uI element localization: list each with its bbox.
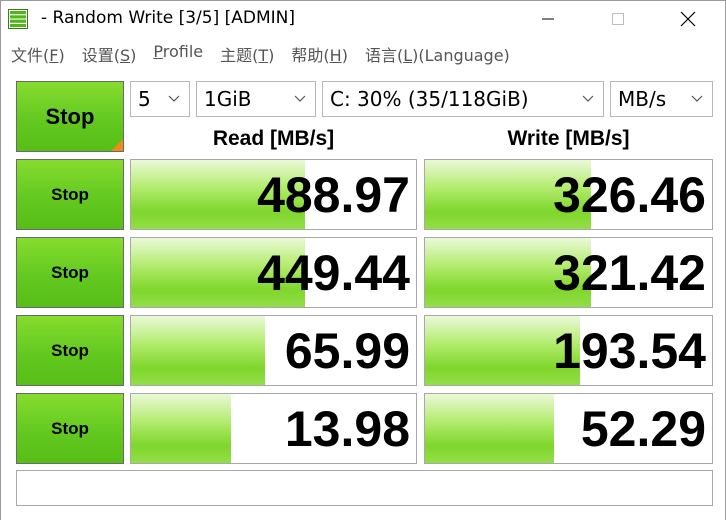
row-stop-label: Stop	[51, 262, 89, 282]
read-result-bar	[131, 394, 231, 463]
row-stop-button[interactable]: Stop	[16, 159, 124, 230]
unit-value: MB/s	[618, 87, 667, 111]
read-result-cell: 449.44	[130, 237, 417, 308]
read-result-value: 449.44	[257, 244, 410, 301]
read-result-cell: 13.98	[130, 393, 417, 464]
menu-profile-mnemonic: P	[153, 42, 163, 61]
comment-input[interactable]	[16, 470, 713, 506]
menu-theme-suffix: )	[268, 46, 275, 65]
maximize-icon	[612, 13, 624, 25]
row-stop-label: Stop	[51, 184, 89, 204]
close-icon	[680, 11, 696, 27]
menu-language-suffix: )(Language)	[412, 46, 510, 65]
read-result-value: 488.97	[257, 166, 410, 223]
menu-settings-mnemonic: S	[119, 46, 131, 65]
read-result-value: 13.98	[284, 400, 410, 457]
read-result-bar	[131, 316, 265, 385]
window-title: - Random Write [3/5] [ADMIN]	[41, 8, 296, 28]
row-stop-button[interactable]: Stop	[16, 393, 124, 464]
app-icon	[8, 9, 28, 29]
chevron-down-icon	[579, 95, 597, 103]
menu-language-label: 语言(	[364, 46, 404, 65]
menu-profile[interactable]: Profile	[143, 39, 210, 67]
write-result-bar	[425, 394, 555, 463]
chevron-down-icon	[688, 95, 706, 103]
benchmark-panel: Stop 5 1GiB C: 30% (35/118GiB) MB/s Read…	[1, 71, 725, 520]
write-result-value: 321.42	[553, 244, 706, 301]
title-bar[interactable]: - Random Write [3/5] [ADMIN]	[1, 1, 725, 37]
menu-help-label: 帮助(	[291, 46, 330, 65]
menu-help-mnemonic: H	[329, 46, 342, 65]
maximize-button[interactable]	[595, 1, 641, 37]
row-stop-button[interactable]: Stop	[16, 315, 124, 386]
drive-select[interactable]: C: 30% (35/118GiB)	[322, 81, 604, 117]
menu-theme[interactable]: 主题(T)	[210, 39, 281, 67]
menu-file[interactable]: 文件(F)	[1, 39, 72, 67]
minimize-button[interactable]	[525, 1, 571, 37]
menu-language-mnemonic: L	[403, 46, 413, 65]
chevron-down-icon	[291, 95, 309, 103]
test-count-select[interactable]: 5	[130, 81, 190, 117]
menu-theme-label: 主题(	[220, 46, 259, 65]
drive-value: C: 30% (35/118GiB)	[330, 87, 529, 111]
test-count-value: 5	[138, 87, 151, 111]
read-column-header: Read [MB/s]	[212, 127, 335, 150]
all-stop-button[interactable]: Stop	[16, 81, 124, 152]
menu-language[interactable]: 语言(L)(Language)	[355, 39, 517, 67]
menu-settings-label: 设置(	[81, 46, 120, 65]
write-result-value: 193.54	[553, 322, 706, 379]
menu-settings[interactable]: 设置(S)	[72, 39, 144, 67]
row-stop-label: Stop	[51, 340, 89, 360]
write-column-header: Write [MB/s]	[507, 127, 630, 150]
read-result-cell: 65.99	[130, 315, 417, 386]
minimize-icon	[542, 18, 554, 20]
write-result-value: 326.46	[553, 166, 706, 223]
menu-file-label: 文件(	[11, 46, 50, 65]
write-result-value: 52.29	[580, 400, 706, 457]
menu-profile-suffix: rofile	[162, 42, 204, 61]
menu-help-suffix: )	[341, 46, 348, 65]
corner-marker	[111, 139, 123, 151]
menu-settings-suffix: )	[130, 46, 137, 65]
write-result-cell: 326.46	[424, 159, 713, 230]
test-size-value: 1GiB	[204, 87, 252, 111]
menu-file-suffix: )	[58, 46, 65, 65]
read-result-cell: 488.97	[130, 159, 417, 230]
unit-select[interactable]: MB/s	[610, 81, 713, 117]
close-button[interactable]	[665, 1, 711, 37]
row-stop-label: Stop	[51, 418, 89, 438]
menu-bar: 文件(F) 设置(S) Profile 主题(T) 帮助(H) 语言(L)(La…	[1, 39, 517, 67]
write-result-cell: 321.42	[424, 237, 713, 308]
all-stop-label: Stop	[45, 103, 95, 129]
row-stop-button[interactable]: Stop	[16, 237, 124, 308]
app-window: - Random Write [3/5] [ADMIN] 文件(F) 设置(S)…	[0, 0, 726, 520]
test-size-select[interactable]: 1GiB	[196, 81, 316, 117]
read-result-value: 65.99	[284, 322, 410, 379]
menu-help[interactable]: 帮助(H)	[281, 39, 355, 67]
chevron-down-icon	[165, 95, 183, 103]
write-result-cell: 193.54	[424, 315, 713, 386]
write-result-cell: 52.29	[424, 393, 713, 464]
menu-theme-mnemonic: T	[258, 46, 269, 65]
